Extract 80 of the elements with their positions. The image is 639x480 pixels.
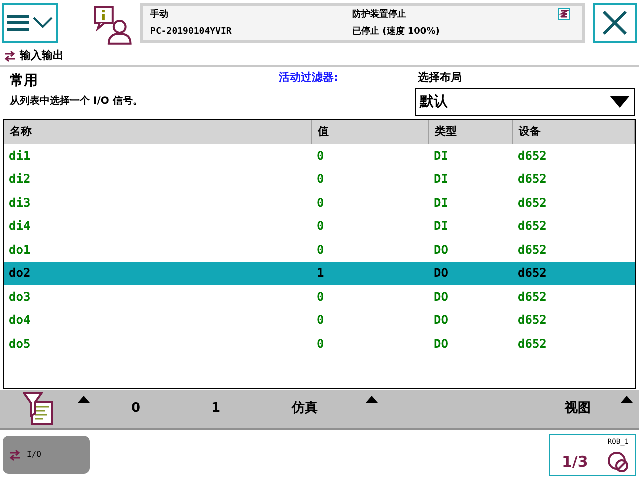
simulate-button[interactable]: 仿真 xyxy=(256,390,384,428)
category-title: 常用 xyxy=(10,72,38,91)
app-title: 输入输出 xyxy=(20,48,64,64)
table-cell-text: d652 xyxy=(517,148,548,165)
speed-gauge-icon xyxy=(607,451,629,473)
swap-arrows-icon xyxy=(9,450,21,460)
view-button[interactable]: 视图 xyxy=(489,390,639,428)
menu-icon xyxy=(6,15,29,31)
set-zero-button[interactable]: 0 xyxy=(96,390,176,428)
table-cell-text: 1 xyxy=(316,265,326,282)
table-cell-text: d652 xyxy=(517,336,548,353)
signal-row[interactable]: do4 0 DO d652 xyxy=(4,308,635,332)
table-cell-text: 0 xyxy=(316,194,326,212)
table-cell-text: do1 xyxy=(8,242,32,259)
column-header[interactable]: 类型 xyxy=(429,120,513,144)
table-cell-text: 0 xyxy=(316,148,326,165)
table-cell-text: d652 xyxy=(517,218,548,236)
column-header[interactable]: 值 xyxy=(312,120,429,144)
table-cell-text: do3 xyxy=(8,288,32,306)
table-cell-text: d652 xyxy=(517,312,548,330)
signal-row[interactable]: di4 0 DI d652 xyxy=(4,214,635,238)
table-cell-text: d652 xyxy=(517,288,548,306)
triangle-up-icon xyxy=(366,396,378,403)
signal-row[interactable]: di2 0 DI d652 xyxy=(4,168,635,191)
table-cell-text: 0 xyxy=(316,288,326,306)
event-log-icon[interactable] xyxy=(94,5,132,45)
table-cell-text: DI xyxy=(433,171,450,188)
operating-mode: 手动 xyxy=(150,9,169,22)
table-cell-text: 0 xyxy=(316,242,326,259)
table-cell-text: DO xyxy=(433,242,450,259)
table-cell-text: d652 xyxy=(517,242,548,259)
table-cell-text: DO xyxy=(433,312,450,330)
table-cell-text: do2 xyxy=(8,265,32,282)
table-cell-text: 0 xyxy=(316,312,326,330)
swap-arrows-icon xyxy=(4,50,16,62)
table-cell-text: DO xyxy=(433,288,450,306)
table-cell-text: d652 xyxy=(517,171,548,188)
table-cell-text: di1 xyxy=(8,148,32,165)
table-cell-text: DI xyxy=(433,194,450,212)
set-one-button[interactable]: 1 xyxy=(176,390,256,428)
table-cell-text: di2 xyxy=(8,171,32,188)
table-cell-text: DI xyxy=(433,148,450,165)
close-button[interactable] xyxy=(593,3,638,43)
safety-status: 防护装置停止 xyxy=(352,9,407,22)
table-cell-text: 0 xyxy=(316,218,326,236)
table-cell-text: d652 xyxy=(517,194,548,212)
signal-row[interactable]: di3 0 DI d652 xyxy=(4,191,635,214)
table-cell-text: DI xyxy=(433,218,450,236)
close-icon xyxy=(602,10,628,36)
menu-button[interactable] xyxy=(2,3,58,43)
run-status: 已停止 (速度 100%) xyxy=(352,26,440,39)
column-header[interactable]: 设备 xyxy=(513,120,635,144)
table-cell-text: DO xyxy=(433,265,450,282)
table-cell-text: DO xyxy=(433,336,450,353)
table-cell-text: do5 xyxy=(8,336,32,353)
io-taskbar-button[interactable]: I/O xyxy=(3,436,90,474)
table-cell-text: 0 xyxy=(316,171,326,188)
signal-row[interactable]: do5 0 DO d652 xyxy=(4,332,635,356)
chevron-down-icon xyxy=(32,17,53,29)
table-cell-text: d652 xyxy=(517,265,548,282)
signal-row[interactable]: do1 0 DO d652 xyxy=(4,238,635,262)
filter-label: 活动过滤器: xyxy=(279,70,338,86)
table-cell-text: do4 xyxy=(8,312,32,330)
triangle-up-icon xyxy=(78,396,90,403)
controller-name: PC-20190104YVIR xyxy=(150,26,232,39)
instruction-text: 从列表中选择一个 I/O 信号。 xyxy=(10,94,143,109)
signal-row[interactable]: do2 1 DO d652 xyxy=(4,262,635,285)
dropdown-arrow-icon xyxy=(610,96,630,108)
table-cell-text: di3 xyxy=(8,194,32,212)
column-header[interactable]: 名称 xyxy=(4,120,312,144)
robot-status-icon xyxy=(558,8,570,20)
layout-label: 选择布局 xyxy=(418,70,462,86)
filter-funnel-icon xyxy=(23,392,53,426)
status-panel[interactable]: 手动 PC-20190104YVIR 防护装置停止 已停止 (速度 100%) xyxy=(140,3,586,43)
layout-dropdown[interactable]: 默认 xyxy=(415,88,635,116)
signal-row[interactable]: do3 0 DO d652 xyxy=(4,285,635,308)
signal-row[interactable]: di1 0 DI d652 xyxy=(4,144,635,168)
table-cell-text: di4 xyxy=(8,218,32,236)
triangle-up-icon xyxy=(621,396,633,403)
table-cell-text: 0 xyxy=(316,336,326,353)
